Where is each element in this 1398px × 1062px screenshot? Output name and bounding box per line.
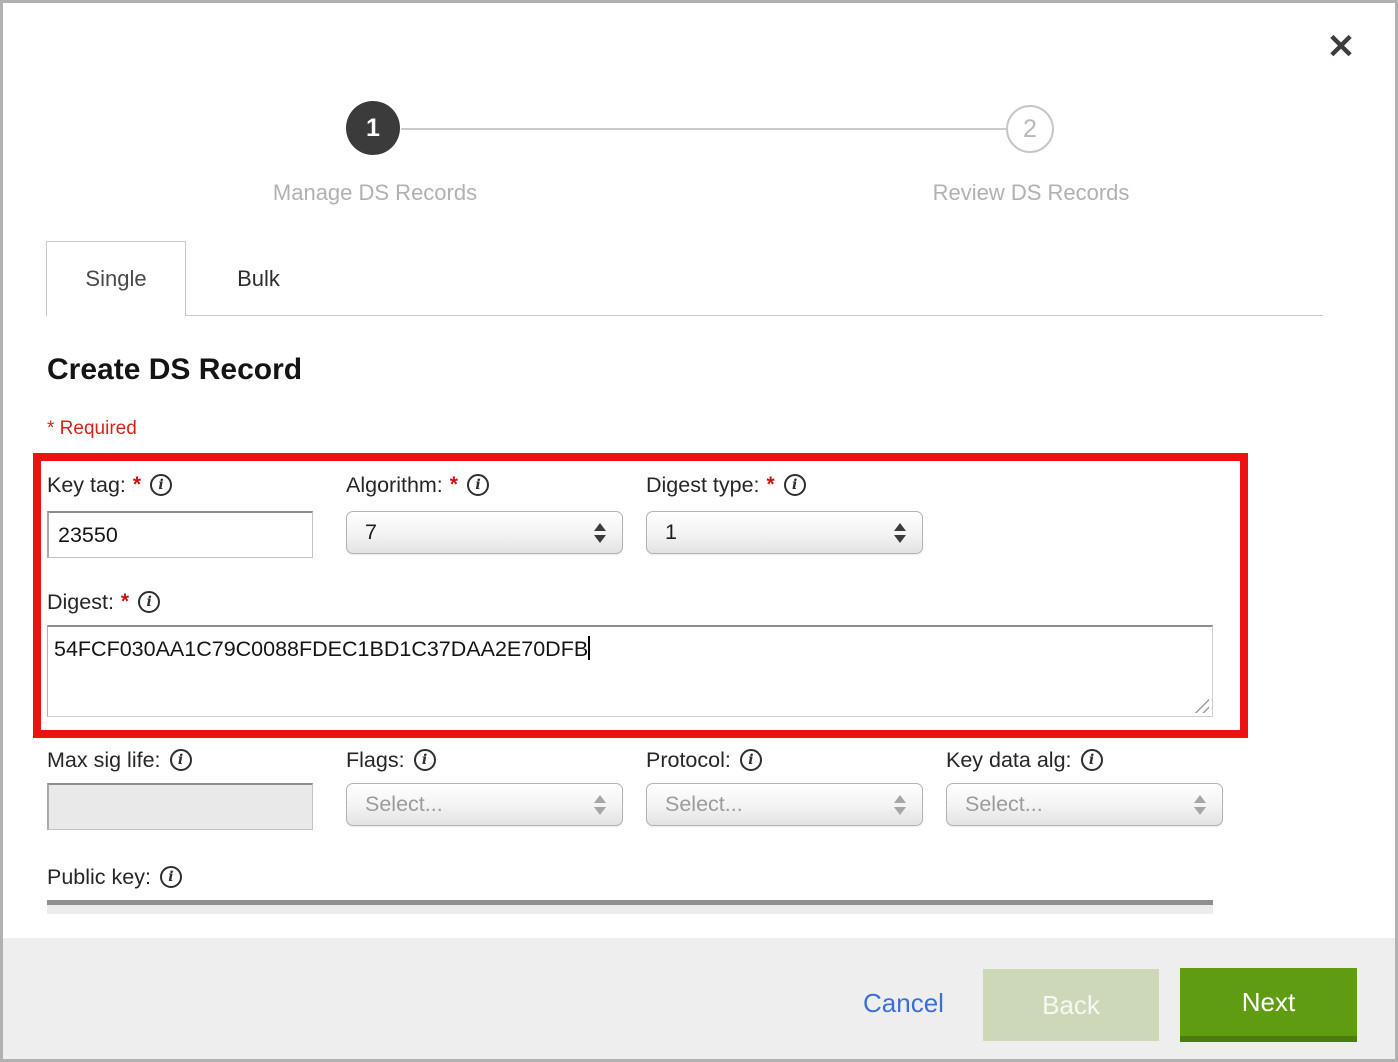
info-icon[interactable]: i (138, 591, 160, 613)
max-sig-life-label: Max sig life: i (47, 746, 192, 774)
create-ds-record-modal: ✕ 1 2 Manage DS Records Review DS Record… (0, 0, 1398, 1062)
next-button[interactable]: Next (1180, 968, 1357, 1042)
key-tag-input[interactable] (47, 511, 313, 558)
key-data-alg-label: Key data alg: i (946, 746, 1103, 774)
key-tag-label-text: Key tag: (47, 473, 126, 498)
flags-select[interactable]: Select... (346, 783, 623, 826)
info-icon[interactable]: i (150, 474, 172, 496)
public-key-textarea (47, 900, 1213, 914)
algorithm-select-value: 7 (347, 520, 594, 545)
info-icon[interactable]: i (467, 474, 489, 496)
digest-value: 54FCF030AA1C79C0088FDEC1BD1C37DAA2E70DFB (54, 637, 588, 661)
info-icon[interactable]: i (1081, 749, 1103, 771)
key-data-alg-label-text: Key data alg: (946, 748, 1072, 773)
tab-divider (186, 315, 1323, 316)
protocol-select[interactable]: Select... (646, 783, 923, 826)
public-key-label: Public key: i (47, 863, 182, 891)
step-1-label: Manage DS Records (215, 180, 535, 206)
tab-bulk[interactable]: Bulk (186, 241, 331, 316)
resize-handle[interactable] (1194, 698, 1209, 713)
digest-textarea[interactable]: 54FCF030AA1C79C0088FDEC1BD1C37DAA2E70DFB (47, 625, 1213, 717)
select-arrows-icon (1194, 795, 1206, 815)
select-arrows-icon (894, 795, 906, 815)
digest-type-label-text: Digest type: (646, 473, 760, 498)
page-title: Create DS Record (47, 353, 302, 387)
close-icon[interactable]: ✕ (1319, 25, 1363, 69)
select-arrows-icon (894, 523, 906, 543)
cancel-button[interactable]: Cancel (863, 988, 944, 1019)
digest-type-label: Digest type: * i (646, 471, 806, 499)
required-asterisk: * (121, 590, 129, 614)
info-icon[interactable]: i (414, 749, 436, 771)
step-2-label: Review DS Records (871, 180, 1191, 206)
step-2-indicator: 2 (1006, 105, 1054, 153)
info-icon[interactable]: i (740, 749, 762, 771)
algorithm-label-text: Algorithm: (346, 473, 443, 498)
public-key-label-text: Public key: (47, 865, 151, 890)
info-icon[interactable]: i (784, 474, 806, 496)
protocol-label-text: Protocol: (646, 748, 731, 773)
key-tag-label: Key tag: * i (47, 471, 172, 499)
key-data-alg-select[interactable]: Select... (946, 783, 1223, 826)
digest-label-text: Digest: (47, 590, 114, 615)
algorithm-select[interactable]: 7 (346, 511, 623, 554)
stepper-connector (401, 128, 1007, 130)
info-icon[interactable]: i (160, 866, 182, 888)
required-asterisk: * (767, 473, 775, 497)
flags-select-value: Select... (347, 792, 594, 817)
required-note: * Required (47, 418, 137, 440)
step-1-indicator: 1 (346, 101, 400, 155)
select-arrows-icon (594, 523, 606, 543)
required-asterisk: * (450, 473, 458, 497)
max-sig-life-input (47, 783, 313, 830)
protocol-label: Protocol: i (646, 746, 762, 774)
digest-type-select[interactable]: 1 (646, 511, 923, 554)
algorithm-label: Algorithm: * i (346, 471, 489, 499)
select-arrows-icon (594, 795, 606, 815)
info-icon[interactable]: i (170, 749, 192, 771)
tab-single[interactable]: Single (46, 241, 186, 316)
text-caret (588, 636, 590, 660)
protocol-select-value: Select... (647, 792, 894, 817)
required-asterisk: * (133, 473, 141, 497)
max-sig-life-label-text: Max sig life: (47, 748, 161, 773)
digest-type-select-value: 1 (647, 520, 894, 545)
flags-label: Flags: i (346, 746, 436, 774)
key-data-alg-select-value: Select... (947, 792, 1194, 817)
back-button[interactable]: Back (983, 969, 1159, 1041)
flags-label-text: Flags: (346, 748, 405, 773)
digest-label: Digest: * i (47, 588, 160, 616)
